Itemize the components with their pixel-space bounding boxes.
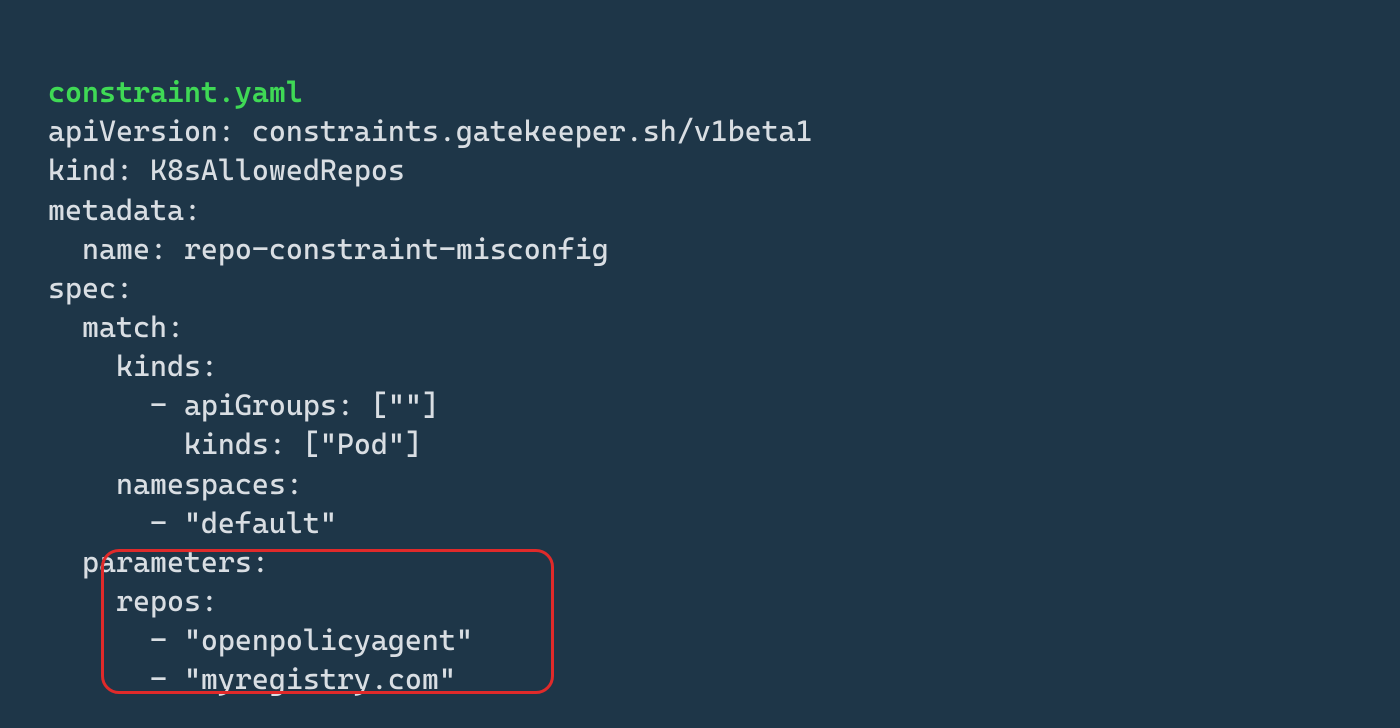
filename-header: constraint.yaml xyxy=(48,75,303,109)
yaml-code-block: constraint.yaml apiVersion: constraints.… xyxy=(0,0,1400,728)
code-line: match: xyxy=(48,310,184,344)
code-line: spec: xyxy=(48,271,133,305)
code-line: metadata: xyxy=(48,193,201,227)
code-line: kinds: ["Pod"] xyxy=(48,427,422,461)
code-line: - "openpolicyagent" xyxy=(48,623,473,657)
code-line: - "myregistry.com" xyxy=(48,662,456,696)
code-line: kind: K8sAllowedRepos xyxy=(48,153,405,187)
code-line: apiVersion: constraints.gatekeeper.sh/v1… xyxy=(48,114,813,148)
code-line: repos: xyxy=(48,584,218,618)
code-line: name: repo-constraint-misconfig xyxy=(48,232,609,266)
code-line: namespaces: xyxy=(48,467,303,501)
code-line: - "default" xyxy=(48,506,337,540)
code-line: parameters: xyxy=(48,545,269,579)
code-line: kinds: xyxy=(48,349,218,383)
code-line: - apiGroups: [""] xyxy=(48,388,439,422)
